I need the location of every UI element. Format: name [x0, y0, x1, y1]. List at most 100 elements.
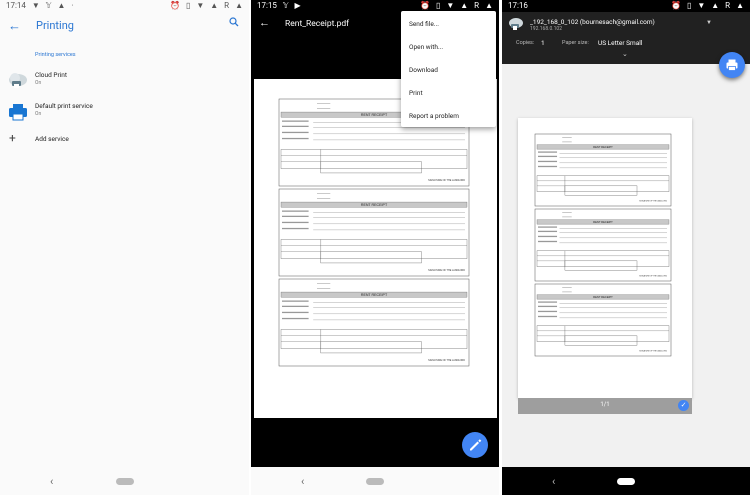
nav-bar: ‹: [251, 467, 499, 495]
printer-ip: 192.168.0.102: [530, 26, 563, 32]
menu-item-report-problem[interactable]: Report a problem: [409, 112, 459, 120]
form-label: [538, 155, 558, 158]
back-arrow-icon[interactable]: ←: [8, 18, 21, 34]
overflow-menu: Send file... Open with... Download Print…: [401, 11, 496, 127]
signature-label: SIGNATURE OF THE LANDLORD: [428, 179, 465, 182]
nav-back-icon[interactable]: ‹: [301, 475, 304, 488]
form-label: [538, 165, 558, 168]
form-label: [538, 235, 558, 238]
printer-name[interactable]: _192_168_0_102 (bournesach@gmail.com): [530, 18, 655, 26]
stamp-box: [564, 335, 638, 346]
service-name: Add service: [35, 135, 69, 143]
edit-fab[interactable]: [462, 432, 488, 458]
stamp-box: [320, 341, 422, 354]
details-box: [536, 250, 670, 267]
paper-size-label: Paper size:: [562, 40, 589, 46]
page-footer: 1/1 ✓: [518, 398, 692, 414]
form-label: [538, 226, 558, 228]
signature-label: SIGNATURE OF THE LANDLORD: [428, 359, 465, 362]
stamp-box: [320, 161, 422, 174]
details-box: [536, 175, 670, 192]
form-label: [538, 151, 558, 153]
form-label: [538, 240, 558, 243]
receipt-heading: RENT RECEIPT: [593, 220, 613, 224]
status-bar: 17:16 ⏰ ▯ ▼ ▲ R ▲: [502, 0, 750, 12]
service-item-add[interactable]: + Add service: [0, 131, 249, 160]
nav-home-button[interactable]: [617, 478, 635, 485]
printing-settings-screen: 17:14 ▼ 𝕐 ▲ · ⏰ ▯ ▼ ▲ R ▲ ← Printing Pri…: [0, 0, 249, 495]
system-icons: ⏰ ▯ ▼ ▲ R ▲: [671, 1, 746, 10]
pdf-viewer-screen: 17:15 𝕐 ▶ ⏰ ▯ ▼ ▲ R ▲ ← Rent_Receipt.pdf…: [251, 0, 499, 495]
nav-home-button[interactable]: [366, 478, 384, 485]
status-time: 17:15: [257, 1, 277, 10]
back-arrow-icon[interactable]: ←: [259, 16, 270, 29]
status-bar: 17:14 ▼ 𝕐 ▲ · ⏰ ▯ ▼ ▲ R ▲: [0, 0, 249, 12]
system-icons: ⏰ ▯ ▼ ▲ R ▲: [170, 1, 245, 10]
status-time: 17:14: [6, 1, 26, 10]
print-preview-page: RENT RECEIPT SIGNATURE OF THE LANDLORD REN…: [518, 118, 692, 398]
form-label: [538, 305, 558, 308]
plus-icon: +: [9, 131, 16, 145]
signature-label: SIGNATURE OF THE LANDLORD: [639, 350, 667, 353]
page-title: Printing: [36, 19, 74, 32]
form-label: [282, 221, 309, 224]
details-box: [536, 325, 670, 342]
form-label: [538, 315, 558, 318]
menu-item-download[interactable]: Download: [409, 66, 438, 74]
service-item-cloud-print[interactable]: Cloud Print On: [0, 69, 249, 97]
print-fab[interactable]: [719, 52, 745, 78]
document-page[interactable]: RENT RECEIPT SIGNATURE OF THE LANDLORD REN…: [254, 79, 497, 418]
service-status: On: [35, 80, 42, 86]
receipt-heading: RENT RECEIPT: [593, 145, 613, 149]
form-label: [282, 300, 309, 302]
nav-back-icon[interactable]: ‹: [552, 475, 555, 488]
signature-label: SIGNATURE OF THE LANDLORD: [639, 275, 667, 278]
page-counter: 1/1: [600, 401, 610, 408]
cloud-print-icon[interactable]: [508, 16, 524, 32]
form-label: [538, 160, 558, 163]
print-preview-screen: 17:16 ⏰ ▯ ▼ ▲ R ▲ _192_168_0_102 (bourne…: [502, 0, 750, 495]
copies-label: Copies:: [516, 40, 535, 46]
receipt-heading: RENT RECEIPT: [361, 113, 388, 117]
print-options-header: _192_168_0_102 (bournesach@gmail.com) 19…: [502, 12, 750, 64]
stamp-box: [564, 185, 638, 196]
details-box: [280, 329, 468, 349]
menu-item-print[interactable]: Print: [409, 89, 423, 97]
nav-home-button[interactable]: [115, 478, 134, 485]
stamp-box: [320, 251, 422, 264]
form-label: [282, 137, 309, 140]
form-label: [282, 227, 309, 230]
service-status: On: [35, 111, 42, 117]
stamp-box: [564, 260, 638, 271]
form-label: [282, 305, 309, 308]
receipt-heading: RENT RECEIPT: [361, 293, 388, 297]
receipt-document-preview: RENT RECEIPT SIGNATURE OF THE LANDLORD REN…: [534, 133, 672, 357]
expand-chevron-icon[interactable]: ⌄: [622, 50, 628, 58]
service-item-default-print[interactable]: Default print service On: [0, 100, 249, 128]
signature-label: SIGNATURE OF THE LANDLORD: [428, 269, 465, 272]
form-label: [538, 230, 558, 233]
check-icon[interactable]: ✓: [678, 400, 689, 411]
section-header: Printing services: [35, 52, 76, 58]
menu-item-open-with[interactable]: Open with...: [409, 43, 443, 51]
copies-value[interactable]: 1: [541, 39, 545, 47]
nav-back-icon[interactable]: ‹: [50, 475, 53, 488]
chevron-down-icon[interactable]: ▼: [706, 19, 712, 26]
menu-item-send-file[interactable]: Send file...: [409, 20, 439, 28]
printer-icon: [9, 104, 27, 121]
form-label: [282, 311, 309, 314]
print-icon: [726, 59, 738, 71]
nav-bar: ‹: [502, 467, 750, 495]
form-label: [282, 317, 309, 320]
service-name: Default print service: [35, 102, 93, 110]
form-label: [282, 125, 309, 128]
notification-icons: ▼ 𝕐 ▲ ·: [31, 1, 76, 10]
form-label: [282, 131, 309, 134]
search-icon[interactable]: [229, 17, 239, 27]
notification-icons: 𝕐 ▶: [282, 1, 303, 10]
form-label: [538, 310, 558, 313]
status-time: 17:16: [508, 1, 528, 10]
signature-label: SIGNATURE OF THE LANDLORD: [639, 200, 667, 203]
form-label: [538, 301, 558, 303]
paper-size-value[interactable]: US Letter Small: [598, 39, 642, 47]
